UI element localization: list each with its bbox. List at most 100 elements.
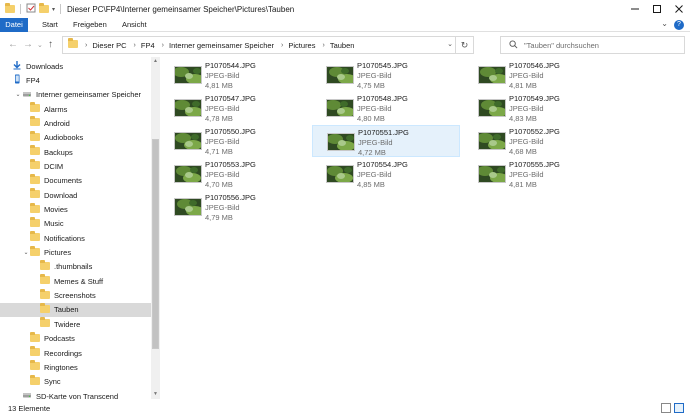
search-box[interactable]: "Tauben" durchsuchen: [500, 36, 685, 54]
divider: [60, 4, 62, 14]
breadcrumb-fp4[interactable]: FP4: [141, 41, 155, 50]
refresh-button[interactable]: ↻: [455, 37, 473, 53]
file-tile[interactable]: P1070549.JPG JPEG-Bild 4,83 MB: [464, 92, 612, 124]
nav-item[interactable]: Podcasts: [0, 331, 151, 346]
file-tile[interactable]: P1070555.JPG JPEG-Bild 4,81 MB: [464, 158, 612, 190]
file-tile[interactable]: P1070552.JPG JPEG-Bild 4,68 MB: [464, 125, 612, 157]
nav-item[interactable]: ⌄ Pictures: [0, 245, 151, 260]
breadcrumb-tauben[interactable]: Tauben: [330, 41, 355, 50]
file-list: P1070544.JPG JPEG-Bild 4,81 MB P1070545.JPG…: [160, 57, 690, 399]
up-button[interactable]: ↑: [48, 39, 53, 50]
tab-start[interactable]: Start: [42, 18, 58, 32]
file-tile[interactable]: P1070553.JPG JPEG-Bild 4,70 MB: [160, 158, 308, 190]
status-bar: 13 Elemente: [0, 400, 690, 417]
nav-item[interactable]: Sync: [0, 374, 151, 389]
nav-item[interactable]: Movies: [0, 202, 151, 217]
nav-item[interactable]: .thumbnails: [0, 259, 151, 274]
file-tile[interactable]: P1070554.JPG JPEG-Bild 4,85 MB: [312, 158, 460, 190]
tab-file[interactable]: Datei: [0, 18, 28, 32]
nav-item[interactable]: Documents: [0, 173, 151, 188]
image-thumbnail: [478, 66, 506, 84]
nav-item[interactable]: Memes & Stuff: [0, 274, 151, 288]
breadcrumb-pictures[interactable]: Pictures: [288, 41, 315, 50]
nav-item[interactable]: Notifications: [0, 231, 151, 245]
nav-scrollbar[interactable]: ▲ ▼: [151, 57, 160, 399]
nav-item[interactable]: Audiobooks: [0, 130, 151, 145]
scroll-down-icon[interactable]: ▼: [151, 390, 160, 399]
qa-dropdown-icon[interactable]: ▾: [52, 6, 55, 13]
breadcrumb-separator-icon[interactable]: ›: [134, 42, 136, 49]
properties-icon[interactable]: [26, 3, 36, 15]
file-tile[interactable]: P1070545.JPG JPEG-Bild 4,75 MB: [312, 59, 460, 91]
file-size: 4,79 MB: [205, 213, 233, 222]
nav-item[interactable]: DCIM: [0, 159, 151, 173]
help-button[interactable]: ?: [674, 20, 684, 30]
recent-locations-icon[interactable]: ⌄: [37, 41, 43, 49]
address-dropdown-icon[interactable]: ⌄: [447, 40, 453, 48]
folder-icon: [40, 288, 50, 301]
close-button[interactable]: [668, 0, 690, 18]
file-size: 4,81 MB: [205, 81, 233, 90]
breadcrumb-separator-icon[interactable]: ›: [85, 42, 87, 49]
details-view-button[interactable]: [661, 403, 671, 413]
file-tile[interactable]: P1070548.JPG JPEG-Bild 4,80 MB: [312, 92, 460, 124]
new-folder-icon[interactable]: [39, 3, 49, 15]
search-placeholder: "Tauben" durchsuchen: [524, 40, 599, 50]
breadcrumb-this-pc[interactable]: Dieser PC: [92, 41, 126, 50]
nav-item[interactable]: Tauben: [0, 302, 151, 317]
navigation-pane: Downloads FP4 ⌄ Interner gemeinsamer Speich…: [0, 57, 160, 401]
collapse-icon[interactable]: ⌄: [22, 249, 30, 256]
file-tile[interactable]: P1070550.JPG JPEG-Bild 4,71 MB: [160, 125, 308, 157]
file-size: 4,83 MB: [509, 114, 537, 123]
nav-item[interactable]: Screenshots: [0, 288, 151, 303]
image-thumbnail: [174, 198, 202, 216]
drive-icon: [22, 89, 32, 101]
nav-item[interactable]: Ringtones: [0, 360, 151, 374]
nav-item[interactable]: Android: [0, 116, 151, 130]
back-button[interactable]: ←: [8, 39, 18, 50]
folder-icon: [30, 102, 40, 114]
window-title: Dieser PC\FP4\Interner gemeinsamer Speic…: [67, 4, 295, 14]
nav-item[interactable]: Twidere: [0, 317, 151, 331]
title-bar: ▾ Dieser PC\FP4\Interner gemeinsamer Spe…: [0, 0, 690, 18]
breadcrumb-separator-icon[interactable]: ›: [281, 42, 283, 49]
nav-item[interactable]: FP4: [0, 73, 151, 87]
file-info: P1070545.JPG JPEG-Bild 4,75 MB: [357, 61, 408, 91]
nav-item-label: Backups: [44, 147, 73, 157]
nav-item[interactable]: Downloads: [0, 59, 151, 73]
file-tile[interactable]: P1070544.JPG JPEG-Bild 4,81 MB: [160, 59, 308, 91]
file-type: JPEG-Bild: [357, 71, 392, 80]
file-name: P1070547.JPG: [205, 94, 256, 103]
address-bar[interactable]: › Dieser PC › FP4 › Interner gemeinsamer…: [62, 36, 474, 54]
tiles-view-button[interactable]: [674, 403, 684, 413]
maximize-button[interactable]: [646, 0, 668, 18]
expand-ribbon-icon[interactable]: ⌄: [661, 19, 668, 28]
breadcrumb-internal-storage[interactable]: Interner gemeinsamer Speicher: [169, 41, 274, 50]
file-size: 4,70 MB: [205, 180, 233, 189]
tab-view[interactable]: Ansicht: [122, 18, 147, 32]
file-tile[interactable]: P1070551.JPG JPEG-Bild 4,72 MB: [312, 125, 460, 157]
nav-item[interactable]: Music: [0, 216, 151, 231]
scroll-up-icon[interactable]: ▲: [151, 57, 160, 66]
nav-item[interactable]: Recordings: [0, 346, 151, 360]
tab-share[interactable]: Freigeben: [73, 18, 107, 32]
nav-item-label: Screenshots: [54, 291, 96, 301]
breadcrumb-separator-icon[interactable]: ›: [322, 42, 324, 49]
folder-icon: [30, 116, 40, 128]
forward-button[interactable]: →: [23, 39, 33, 50]
nav-item[interactable]: Backups: [0, 145, 151, 159]
scroll-thumb[interactable]: [152, 139, 159, 349]
image-thumbnail: [478, 165, 506, 183]
file-tile[interactable]: P1070556.JPG JPEG-Bild 4,79 MB: [160, 191, 308, 223]
nav-item[interactable]: ⌄ Interner gemeinsamer Speicher: [0, 88, 151, 102]
image-thumbnail: [478, 132, 506, 150]
nav-item-label: Interner gemeinsamer Speicher: [36, 90, 142, 100]
minimize-button[interactable]: [624, 0, 646, 18]
file-tile[interactable]: P1070547.JPG JPEG-Bild 4,78 MB: [160, 92, 308, 124]
nav-item[interactable]: Download: [0, 188, 151, 202]
breadcrumb-separator-icon[interactable]: ›: [162, 42, 164, 49]
collapse-icon[interactable]: ⌄: [14, 91, 22, 98]
file-name: P1070549.JPG: [509, 94, 560, 103]
file-tile[interactable]: P1070546.JPG JPEG-Bild 4,81 MB: [464, 59, 612, 91]
nav-item[interactable]: Alarms: [0, 102, 151, 116]
